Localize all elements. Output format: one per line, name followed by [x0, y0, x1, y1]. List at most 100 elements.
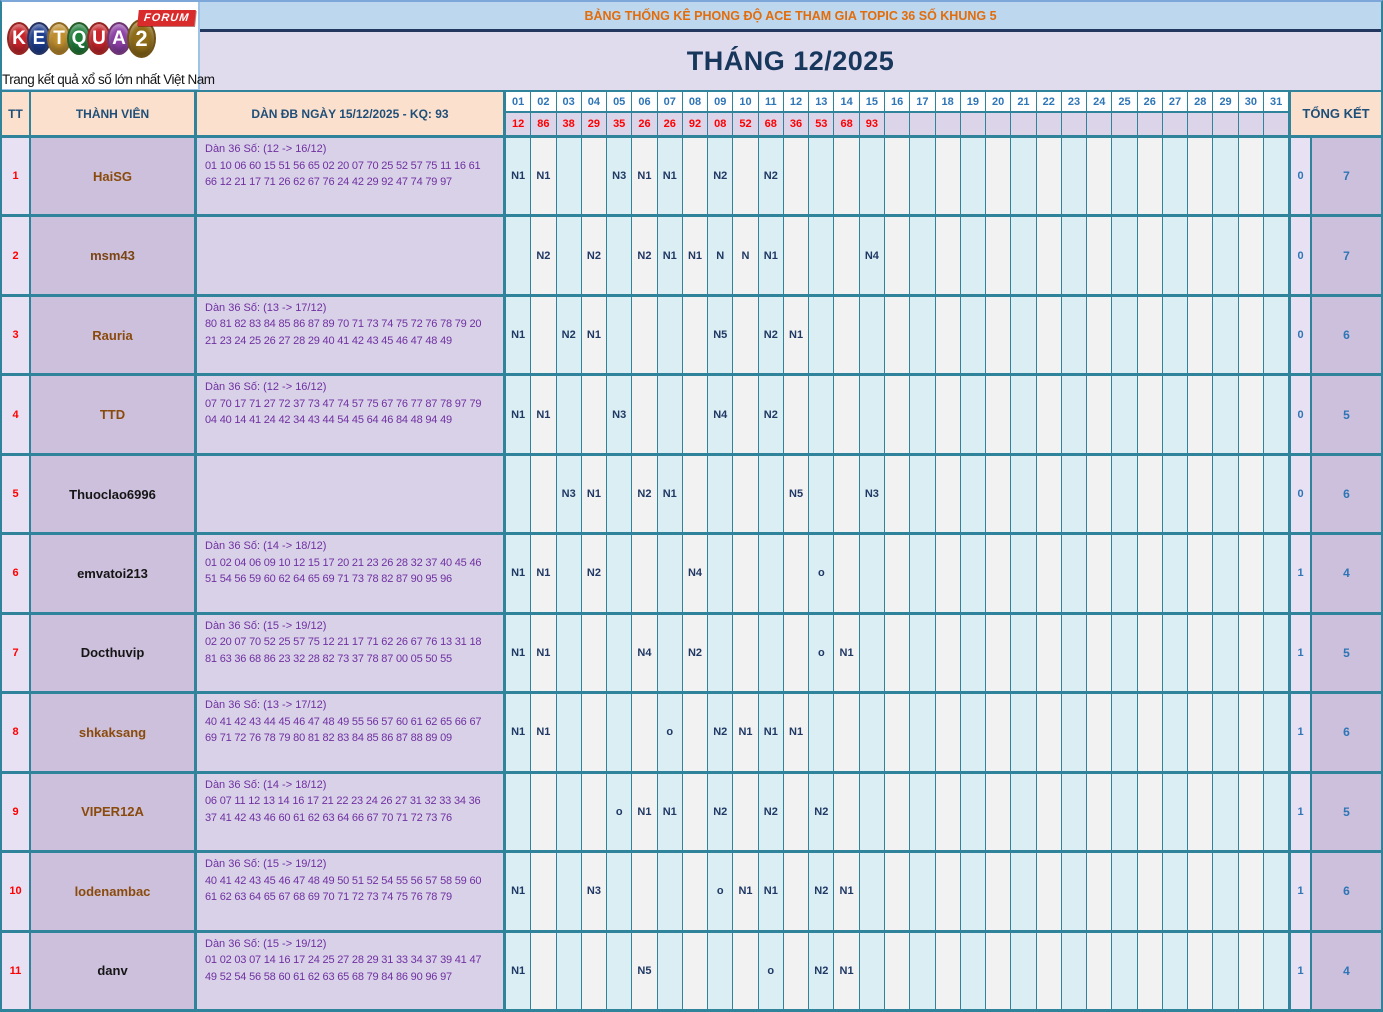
mark-cell: N1 — [531, 535, 556, 611]
mark-cell — [1112, 138, 1137, 214]
mark-cell — [860, 694, 885, 770]
dan-numbers: 02 20 07 70 52 25 57 75 12 21 17 71 62 2… — [205, 634, 495, 667]
mark-cell — [557, 933, 582, 1009]
mark-cell — [632, 694, 657, 770]
table-row: 4TTDDàn 36 Số: (12 -> 16/12)07 70 17 71 … — [2, 373, 1381, 452]
total-col-2: 5 — [1310, 774, 1381, 850]
total-col-1: 1 — [1288, 774, 1310, 850]
mark-cell — [1037, 297, 1062, 373]
mark-cell — [1138, 376, 1163, 452]
day-header-cell: 01 — [506, 92, 531, 111]
mark-cell — [1213, 535, 1238, 611]
mark-cell — [1213, 615, 1238, 691]
day-marks: N1N1N4N2oN1 — [506, 615, 1288, 691]
mark-cell: N1 — [658, 217, 683, 293]
mark-cell — [1163, 376, 1188, 452]
mark-cell: N1 — [784, 297, 809, 373]
dan-numbers: 01 02 04 06 09 10 12 15 17 20 21 23 26 2… — [205, 555, 495, 588]
mark-cell — [632, 297, 657, 373]
mark-cell — [910, 694, 935, 770]
day-marks: N1N5oN2N1 — [506, 933, 1288, 1009]
logo[interactable]: KETQUA2 FORUM Trang kết quả xổ số lớn nh… — [2, 2, 200, 90]
mark-cell — [1239, 217, 1264, 293]
mark-cell — [1087, 933, 1112, 1009]
mark-cell — [1062, 694, 1087, 770]
mark-cell: N3 — [557, 456, 582, 532]
mark-cell — [936, 217, 961, 293]
mark-cell: N1 — [759, 217, 784, 293]
mark-cell — [961, 297, 986, 373]
month-title-bar: THÁNG 12/2025 — [200, 32, 1381, 90]
table-row: 7DocthuvipDàn 36 Số: (15 -> 19/12)02 20 … — [2, 612, 1381, 691]
mark-cell — [961, 217, 986, 293]
mark-cell — [1112, 615, 1137, 691]
mark-cell — [1264, 933, 1288, 1009]
mark-cell — [885, 376, 910, 452]
mark-cell — [1264, 297, 1288, 373]
result-cell: 68 — [834, 113, 859, 135]
mark-cell: N4 — [683, 535, 708, 611]
mark-cell — [809, 217, 834, 293]
mark-cell — [910, 933, 935, 1009]
mark-cell — [1112, 933, 1137, 1009]
mark-cell — [1264, 456, 1288, 532]
member-name: shkaksang — [31, 694, 197, 770]
row-index: 1 — [2, 138, 31, 214]
mark-cell — [936, 694, 961, 770]
mark-cell — [936, 933, 961, 1009]
mark-cell — [834, 217, 859, 293]
mark-cell — [885, 535, 910, 611]
mark-cell: N1 — [506, 615, 531, 691]
mark-cell — [1112, 456, 1137, 532]
mark-cell — [1138, 217, 1163, 293]
dan-numbers: 01 02 03 07 14 16 17 24 25 27 28 29 31 3… — [205, 952, 495, 985]
mark-cell: N2 — [582, 535, 607, 611]
mark-cell — [607, 217, 632, 293]
mark-cell — [683, 694, 708, 770]
mark-cell — [1239, 138, 1264, 214]
day-header-cell: 20 — [986, 92, 1011, 111]
mark-cell — [1037, 933, 1062, 1009]
result-cell — [1087, 113, 1112, 135]
mark-cell: N1 — [531, 376, 556, 452]
day-marks: oN1N1N2N2N2 — [506, 774, 1288, 850]
mark-cell: N1 — [733, 853, 758, 929]
dan-numbers: 40 41 42 43 44 45 46 47 48 49 55 56 57 6… — [205, 714, 495, 747]
mark-cell — [1062, 456, 1087, 532]
mark-cell — [708, 615, 733, 691]
mark-cell: N1 — [506, 297, 531, 373]
mark-cell — [683, 138, 708, 214]
dan-cell: Dàn 36 Số: (14 -> 18/12)06 07 11 12 13 1… — [197, 774, 506, 850]
result-cell: 93 — [860, 113, 885, 135]
mark-cell — [910, 615, 935, 691]
mark-cell — [1213, 774, 1238, 850]
mark-cell: N2 — [759, 297, 784, 373]
mark-cell — [1239, 853, 1264, 929]
mark-cell — [1037, 376, 1062, 452]
mark-cell — [1037, 535, 1062, 611]
mark-cell — [1264, 694, 1288, 770]
mark-cell — [1037, 774, 1062, 850]
mark-cell: N1 — [632, 774, 657, 850]
mark-cell — [733, 138, 758, 214]
dan-cell: Dàn 36 Số: (14 -> 18/12)01 02 04 06 09 1… — [197, 535, 506, 611]
mark-cell — [1087, 774, 1112, 850]
board-title-bar: BẢNG THỐNG KÊ PHONG ĐỘ ACE THAM GIA TOPI… — [200, 2, 1381, 32]
mark-cell: N2 — [708, 694, 733, 770]
mark-cell — [582, 376, 607, 452]
mark-cell — [531, 933, 556, 1009]
day-header-cell: 30 — [1239, 92, 1264, 111]
table-body: 1HaiSGDàn 36 Số: (12 -> 16/12)01 10 06 6… — [2, 135, 1381, 1009]
mark-cell — [1163, 456, 1188, 532]
mark-cell — [1087, 456, 1112, 532]
mark-cell: N1 — [506, 138, 531, 214]
mark-cell — [809, 297, 834, 373]
mark-cell — [860, 933, 885, 1009]
dan-range: Dàn 36 Số: (14 -> 18/12) — [205, 777, 495, 794]
mark-cell — [1163, 853, 1188, 929]
mark-cell — [1062, 774, 1087, 850]
mark-cell: N1 — [658, 138, 683, 214]
mark-cell — [986, 853, 1011, 929]
mark-cell: N1 — [506, 376, 531, 452]
table-row: 8shkaksangDàn 36 Số: (13 -> 17/12)40 41 … — [2, 691, 1381, 770]
